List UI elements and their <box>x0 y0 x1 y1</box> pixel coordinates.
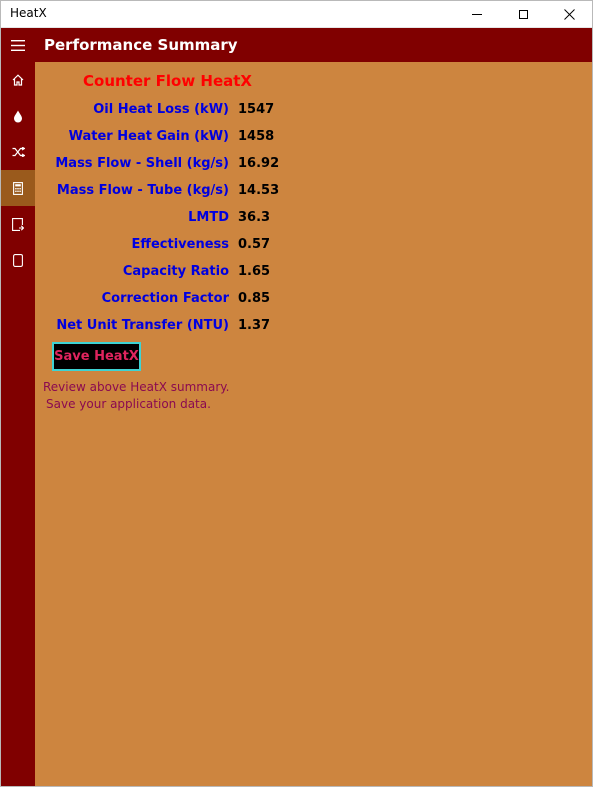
shuffle-icon <box>12 147 25 157</box>
nav-item-summary[interactable] <box>1 170 35 206</box>
row-value: 1.65 <box>238 264 271 279</box>
row-label: Water Heat Gain (kW) <box>68 129 229 144</box>
row-value: 0.57 <box>238 237 271 252</box>
close-button[interactable] <box>546 1 592 27</box>
row-value: 1458 <box>238 129 275 144</box>
summary-row-correction-factor: Correction Factor 0.85 <box>35 291 592 311</box>
summary-row-oil-heat-loss: Oil Heat Loss (kW) 1547 <box>35 102 592 122</box>
summary-row-ntu: Net Unit Transfer (NTU) 1.37 <box>35 318 592 338</box>
status-message-line2: Save your application data. <box>46 397 211 411</box>
row-label: Correction Factor <box>101 291 229 306</box>
nav-item-device[interactable] <box>1 242 35 278</box>
app-title: HeatX <box>10 6 47 20</box>
summary-row-water-heat-gain: Water Heat Gain (kW) 1458 <box>35 129 592 149</box>
nav-item-home[interactable] <box>1 62 35 98</box>
summary-row-capacity-ratio: Capacity Ratio 1.65 <box>35 264 592 284</box>
status-message-line1: Review above HeatX summary. <box>43 380 230 394</box>
minimize-button[interactable] <box>454 1 500 27</box>
row-label: Oil Heat Loss (kW) <box>93 102 229 117</box>
hamburger-icon <box>11 39 25 51</box>
summary-row-mass-flow-shell: Mass Flow - Shell (kg/s) 16.92 <box>35 156 592 176</box>
title-bar: HeatX <box>1 1 592 28</box>
row-value: 16.92 <box>238 156 280 171</box>
row-value: 1547 <box>238 102 275 117</box>
row-value: 0.85 <box>238 291 271 306</box>
device-icon <box>13 253 23 267</box>
droplet-icon <box>14 110 22 122</box>
row-label: Mass Flow - Shell (kg/s) <box>55 156 229 171</box>
summary-row-lmtd: LMTD 36.3 <box>35 210 592 230</box>
nav-item-report[interactable] <box>1 206 35 242</box>
minimize-icon <box>472 13 482 15</box>
row-label: Effectiveness <box>131 237 229 252</box>
summary-panel: Counter Flow HeatX Oil Heat Loss (kW) 15… <box>35 62 592 786</box>
summary-row-mass-flow-tube: Mass Flow - Tube (kg/s) 14.53 <box>35 183 592 203</box>
report-icon <box>12 217 24 231</box>
row-label: Net Unit Transfer (NTU) <box>56 318 229 333</box>
row-value: 36.3 <box>238 210 271 225</box>
nav-item-fluid[interactable] <box>1 98 35 134</box>
nav-rail <box>1 62 35 786</box>
calculator-icon <box>13 181 23 195</box>
header-bar: Performance Summary <box>1 28 592 62</box>
row-value: 1.37 <box>238 318 271 333</box>
maximize-icon <box>518 9 528 19</box>
row-label: Capacity Ratio <box>122 264 229 279</box>
page-title: Performance Summary <box>44 36 238 54</box>
home-icon <box>12 74 24 86</box>
section-title: Counter Flow HeatX <box>83 72 252 90</box>
row-label: LMTD <box>188 210 229 225</box>
maximize-button[interactable] <box>500 1 546 27</box>
nav-item-flow[interactable] <box>1 134 35 170</box>
close-icon <box>563 8 575 20</box>
summary-row-effectiveness: Effectiveness 0.57 <box>35 237 592 257</box>
app-window: HeatX Performance Summary Counter Flow H… <box>0 0 593 787</box>
save-heatx-button[interactable]: Save HeatX <box>52 342 141 371</box>
row-label: Mass Flow - Tube (kg/s) <box>56 183 229 198</box>
row-value: 14.53 <box>238 183 280 198</box>
hamburger-menu-button[interactable] <box>1 28 35 62</box>
